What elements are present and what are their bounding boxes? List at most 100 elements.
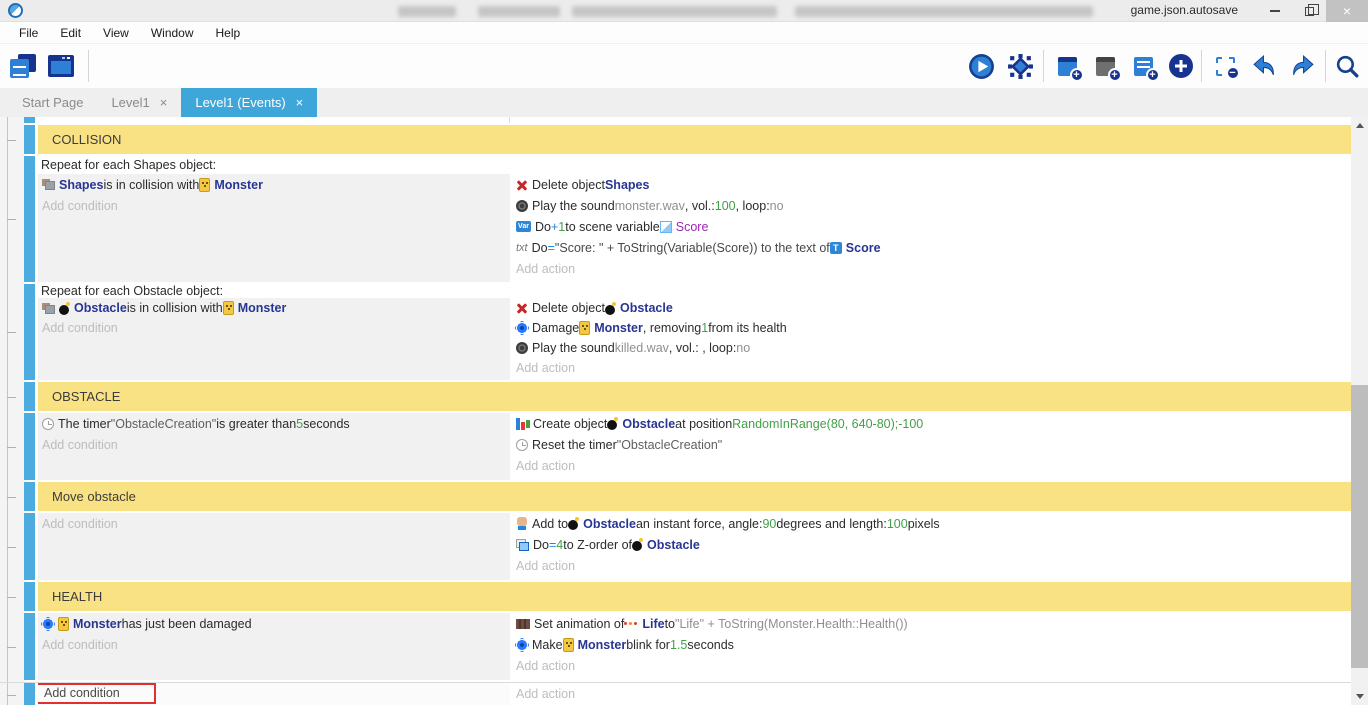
group-header[interactable]: OBSTACLE xyxy=(38,382,1351,411)
add-condition-button[interactable]: Add condition xyxy=(38,434,510,455)
redo-button[interactable] xyxy=(1287,51,1317,81)
close-button[interactable]: × xyxy=(1326,0,1368,22)
project-manager-icon xyxy=(10,54,36,78)
redacted-title-text xyxy=(572,6,777,17)
add-action-button[interactable]: Add action xyxy=(512,258,1351,279)
condition-line[interactable]: Obstacle is in collision with Monster xyxy=(38,298,510,318)
debugger-button[interactable] xyxy=(1005,51,1035,81)
action-line[interactable]: Make Monster blink for 1.5 seconds xyxy=(512,634,1351,655)
instruction-text: 1 xyxy=(558,220,565,234)
window-title: game.json.autosave xyxy=(1131,3,1238,17)
add-action-button[interactable]: Add action xyxy=(512,358,1351,378)
event-selection-bar[interactable] xyxy=(24,683,35,705)
add-label: Add condition xyxy=(42,199,118,213)
event-selection-bar[interactable] xyxy=(24,613,35,680)
group-header[interactable]: Move obstacle xyxy=(38,482,1351,511)
row-gutter xyxy=(0,482,24,511)
tab-start-page[interactable]: Start Page xyxy=(8,88,97,117)
add-condition-button[interactable]: Add condition xyxy=(38,513,510,534)
tab-level1-events-[interactable]: Level1 (Events)× xyxy=(181,88,317,117)
event-selection-bar[interactable] xyxy=(24,382,35,411)
menu-item-view[interactable]: View xyxy=(92,22,140,44)
vertical-scrollbar[interactable] xyxy=(1351,117,1368,705)
search-button[interactable] xyxy=(1332,51,1362,81)
tab-close-icon[interactable]: × xyxy=(296,95,304,110)
event-selection-bar[interactable] xyxy=(24,156,35,282)
add-action-button[interactable]: Add action xyxy=(512,655,1351,676)
action-line[interactable]: Delete object Obstacle xyxy=(512,298,1351,318)
scrollbar-up-button[interactable] xyxy=(1351,117,1368,134)
actions-panel: Add to Obstacle an instant force, angle:… xyxy=(512,513,1351,580)
add-condition-button[interactable]: Add condition xyxy=(38,195,510,216)
menu-item-window[interactable]: Window xyxy=(140,22,205,44)
title-bar: game.json.autosave × xyxy=(0,0,1368,22)
group-header[interactable]: HEALTH xyxy=(38,582,1351,611)
add-condition-label: Add condition xyxy=(44,686,120,700)
condition-line[interactable]: The timer "ObstacleCreation" is greater … xyxy=(38,413,510,434)
obstacle-object-icon xyxy=(607,417,618,430)
scene-editor-window-button[interactable] xyxy=(46,51,76,81)
play-button[interactable] xyxy=(966,51,996,81)
tab-level1[interactable]: Level1× xyxy=(97,88,181,117)
app-icon xyxy=(8,3,23,18)
minimize-button[interactable] xyxy=(1258,0,1292,22)
add-label: Add action xyxy=(516,687,575,701)
events-sheet-rows: COLLISIONRepeat for each Shapes object:S… xyxy=(0,117,1351,705)
action-line[interactable]: VarDo + 1 to scene variable Score xyxy=(512,216,1351,237)
event-selection-bar[interactable] xyxy=(24,582,35,611)
condition-line[interactable]: Shapes is in collision with Monster xyxy=(38,174,510,195)
instruction-text: = xyxy=(548,241,555,255)
menu-item-file[interactable]: File xyxy=(8,22,49,44)
event-selection-bar[interactable] xyxy=(24,117,35,123)
instruction-text: RandomInRange(80, 640-80);-100 xyxy=(732,417,923,431)
undo-button[interactable] xyxy=(1249,51,1279,81)
action-line[interactable]: Reset the timer "ObstacleCreation" xyxy=(512,434,1351,455)
conditions-panel: Add condition xyxy=(38,683,510,705)
add-special-event-button[interactable] xyxy=(1166,51,1196,81)
event-selection-bar[interactable] xyxy=(24,482,35,511)
event-selection-bar[interactable] xyxy=(24,284,35,380)
action-line[interactable]: Damage Monster, removing 1 from its heal… xyxy=(512,318,1351,338)
action-line[interactable]: Add to Obstacle an instant force, angle:… xyxy=(512,513,1351,534)
add-action-button[interactable]: Add action xyxy=(512,555,1351,576)
add-condition-button[interactable]: Add condition xyxy=(38,634,510,655)
event-panels: Shapes is in collision with Monster Add c… xyxy=(38,174,1351,282)
add-condition-button[interactable]: Add condition xyxy=(38,318,510,338)
group-header[interactable]: COLLISION xyxy=(38,125,1351,154)
event-selection-bar[interactable] xyxy=(24,513,35,580)
scrollbar-thumb[interactable] xyxy=(1351,385,1368,668)
instruction-text: Score xyxy=(676,220,709,234)
row-body: Monster has just been damagedAdd conditi… xyxy=(38,613,1351,680)
condition-line[interactable]: Monster has just been damaged xyxy=(38,613,510,634)
instruction-text: Play the sound xyxy=(532,199,615,213)
add-action-button[interactable]: Add action xyxy=(512,683,1351,704)
event-selection-bar[interactable] xyxy=(24,125,35,154)
menu-item-edit[interactable]: Edit xyxy=(49,22,92,44)
event-repeat-header[interactable]: Repeat for each Shapes object: xyxy=(38,156,1351,174)
obstacle-object-icon xyxy=(59,302,70,315)
menu-item-help[interactable]: Help xyxy=(205,22,252,44)
maximize-button[interactable] xyxy=(1292,0,1326,22)
add-event-icon: + xyxy=(1058,57,1077,76)
delete-event-button[interactable]: − xyxy=(1210,51,1240,81)
action-line[interactable]: Delete object Shapes xyxy=(512,174,1351,195)
add-comment-button[interactable]: + xyxy=(1128,51,1158,81)
add-event-button[interactable]: + xyxy=(1052,51,1082,81)
instruction-text: Obstacle xyxy=(620,301,673,315)
event-repeat-header[interactable]: Repeat for each Obstacle object: xyxy=(38,284,1351,298)
action-line[interactable]: Set animation of Life to "Life" + ToStri… xyxy=(512,613,1351,634)
add-action-button[interactable]: Add action xyxy=(512,455,1351,476)
add-label: Add action xyxy=(516,361,575,375)
tree-tick xyxy=(7,332,16,333)
scrollbar-down-button[interactable] xyxy=(1351,688,1368,705)
add-subevent-button[interactable]: + xyxy=(1090,51,1120,81)
action-line[interactable]: Create object Obstacle at position Rando… xyxy=(512,413,1351,434)
tab-close-icon[interactable]: × xyxy=(160,95,168,110)
project-manager-button[interactable] xyxy=(8,51,38,81)
add-condition-button[interactable]: Add condition xyxy=(38,683,510,704)
action-line[interactable]: Play the sound monster.wav, vol.: 100, l… xyxy=(512,195,1351,216)
action-line[interactable]: Play the sound killed.wav, vol.: , loop:… xyxy=(512,338,1351,358)
action-line[interactable]: Do = 4 to Z-order of Obstacle xyxy=(512,534,1351,555)
event-selection-bar[interactable] xyxy=(24,413,35,480)
action-line[interactable]: txtDo = "Score: " + ToString(Variable(Sc… xyxy=(512,237,1351,258)
